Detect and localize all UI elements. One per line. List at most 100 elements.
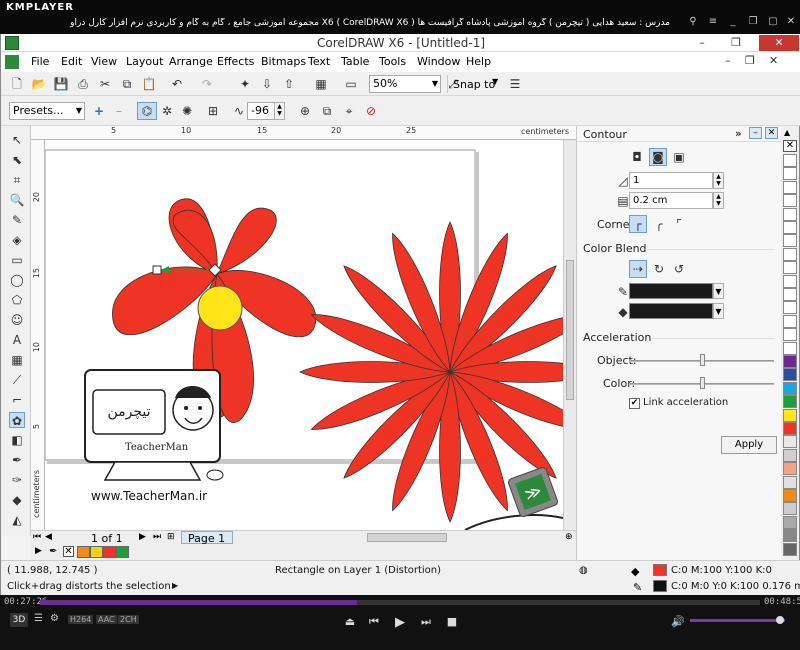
color-proof-icon[interactable]: ◍ [579, 565, 588, 576]
outline-color-dropdown[interactable]: ▼ [713, 283, 724, 299]
menu-layout[interactable]: Layout [126, 55, 163, 68]
cut-icon[interactable]: ✂ [97, 76, 113, 92]
welcome-screen-icon[interactable]: ▭ [343, 76, 359, 92]
playlist-icon[interactable]: ☰ [34, 613, 43, 624]
import-icon[interactable]: ⇩ [259, 76, 275, 92]
color-swatch[interactable] [783, 408, 797, 422]
outline-tool-icon[interactable]: ✑ [9, 472, 25, 488]
menu-file[interactable]: File [31, 55, 49, 68]
horizontal-scroll-thumb[interactable] [367, 533, 447, 542]
basic-shapes-icon[interactable]: ☺ [9, 312, 25, 328]
freehand-tool-icon[interactable]: ✎ [9, 212, 25, 228]
color-swatch[interactable] [783, 355, 797, 368]
steps-spinner[interactable]: ▲ ▼ [713, 172, 724, 189]
menu-arrange[interactable]: Arrange [169, 55, 213, 68]
color-swatch[interactable] [783, 314, 797, 328]
remove-preset-icon[interactable]: – [111, 103, 127, 119]
print-icon[interactable]: ⎙ [75, 76, 91, 92]
palette-scroll-icon[interactable]: ▶ [35, 546, 42, 556]
add-new-distortion-icon[interactable]: ⊞ [205, 103, 221, 119]
next-page-icon[interactable]: ▶ [139, 532, 146, 542]
pin-icon[interactable]: ⚲ [686, 16, 700, 28]
apply-button[interactable]: Apply [721, 436, 777, 454]
dimension-tool-icon[interactable]: ⟋ [9, 372, 25, 388]
prev-page-icon[interactable]: ◀ [45, 532, 52, 542]
snap-chevron-icon[interactable]: ▼ [492, 77, 498, 86]
volume-icon[interactable]: 🔊 [670, 615, 686, 628]
color-swatch[interactable] [783, 542, 797, 556]
eject-icon[interactable]: ⏏ [342, 615, 358, 628]
clear-distortion-icon[interactable]: ⊘ [363, 103, 379, 119]
linear-blend-icon[interactable]: ⇢ [629, 260, 647, 278]
seek-bar[interactable] [40, 600, 760, 605]
color-swatch[interactable] [783, 288, 797, 301]
color-swatch[interactable] [77, 546, 90, 558]
ellipse-tool-icon[interactable]: ◯ [9, 272, 25, 288]
player-minimize-icon[interactable]: _ [726, 16, 740, 28]
polygon-tool-icon[interactable]: ⬠ [9, 292, 25, 308]
menu-table[interactable]: Table [341, 55, 369, 68]
first-page-icon[interactable]: ⏮ [33, 532, 41, 542]
pick-tool-icon[interactable]: ↖ [9, 132, 25, 148]
color-swatch[interactable] [783, 462, 797, 476]
twister-distortion-icon[interactable]: ✺ [179, 103, 195, 119]
mode-3d-button[interactable]: 3D [10, 613, 28, 627]
color-swatch[interactable] [783, 489, 797, 502]
outside-contour-icon[interactable]: ▣ [671, 149, 687, 165]
color-swatch[interactable] [783, 502, 797, 516]
menu-edit[interactable]: Edit [61, 55, 82, 68]
contour-offset-field[interactable]: 0.2 cm [629, 192, 713, 209]
stop-icon[interactable]: ■ [444, 615, 460, 628]
amplitude-spinner[interactable]: ▲ ▼ [274, 102, 285, 120]
menu-tools[interactable]: Tools [379, 55, 406, 68]
volume-slider[interactable] [690, 619, 785, 622]
minimize-button[interactable]: – [689, 35, 715, 51]
open-icon[interactable]: 📂 [31, 76, 47, 92]
color-swatch[interactable] [783, 221, 797, 234]
ruler-vertical[interactable]: 20 15 10 5 centimeters [31, 140, 45, 530]
menu-help[interactable]: Help [466, 55, 491, 68]
doc-close-icon[interactable]: ✕ [769, 54, 778, 67]
mitered-corner-icon[interactable]: ┌ [629, 215, 647, 233]
color-swatch[interactable] [783, 529, 797, 543]
amplitude-field[interactable]: -96 [247, 102, 275, 120]
menu-view[interactable]: View [91, 55, 117, 68]
previous-icon[interactable]: ⏮ [366, 615, 382, 629]
zoom-tool-icon[interactable]: 🔍 [9, 192, 25, 208]
color-swatch[interactable] [783, 274, 797, 288]
clockwise-blend-icon[interactable]: ↻ [651, 261, 667, 277]
fill-color-dropdown[interactable]: ▼ [713, 303, 724, 319]
close-button[interactable]: ✕ [759, 35, 799, 51]
drawing-canvas[interactable]: تیچرمن TeacherMan www.TeacherMan.ir ≫ [45, 140, 563, 530]
eyedropper-tool-icon[interactable]: ✒ [9, 452, 25, 468]
docker-close-icon[interactable]: ✕ [765, 127, 778, 139]
interactive-fill-icon[interactable]: ◭ [9, 512, 25, 528]
object-acceleration-thumb[interactable] [699, 354, 705, 366]
color-swatch[interactable] [783, 301, 797, 315]
color-swatch[interactable] [783, 180, 797, 194]
ruler-horizontal[interactable]: 5 10 15 20 25 centimeters [31, 126, 576, 140]
copy-distortion-icon[interactable]: ⧉ [319, 103, 335, 119]
color-swatch[interactable] [783, 207, 797, 221]
menu-effects[interactable]: Effects [217, 55, 254, 68]
last-page-icon[interactable]: ⏭ [153, 532, 161, 542]
player-menu-icon[interactable]: ≡ [706, 16, 720, 28]
push-pull-distortion-icon[interactable]: ⌬ [137, 102, 157, 120]
player-close-icon[interactable]: ✕ [784, 16, 798, 28]
volume-thumb[interactable] [776, 616, 784, 624]
offset-spinner[interactable]: ▲ ▼ [713, 192, 724, 209]
color-swatch[interactable] [783, 247, 797, 261]
menu-window[interactable]: Window [417, 55, 460, 68]
smart-fill-icon[interactable]: ◈ [9, 232, 25, 248]
undo-icon[interactable]: ↶ [169, 76, 185, 92]
color-swatch[interactable] [783, 435, 797, 449]
scroll-thumb[interactable] [566, 260, 574, 400]
distort-tool-icon[interactable]: ✿ [9, 412, 25, 428]
menu-text[interactable]: Text [308, 55, 330, 68]
color-swatch[interactable] [90, 546, 103, 558]
menu-bitmaps[interactable]: Bitmaps [261, 55, 306, 68]
navigator-icon[interactable]: ⊕ [565, 532, 573, 542]
zipper-distortion-icon[interactable]: ✲ [159, 103, 175, 119]
paste-icon[interactable]: 📋 [141, 76, 157, 92]
color-swatch[interactable] [116, 546, 129, 558]
